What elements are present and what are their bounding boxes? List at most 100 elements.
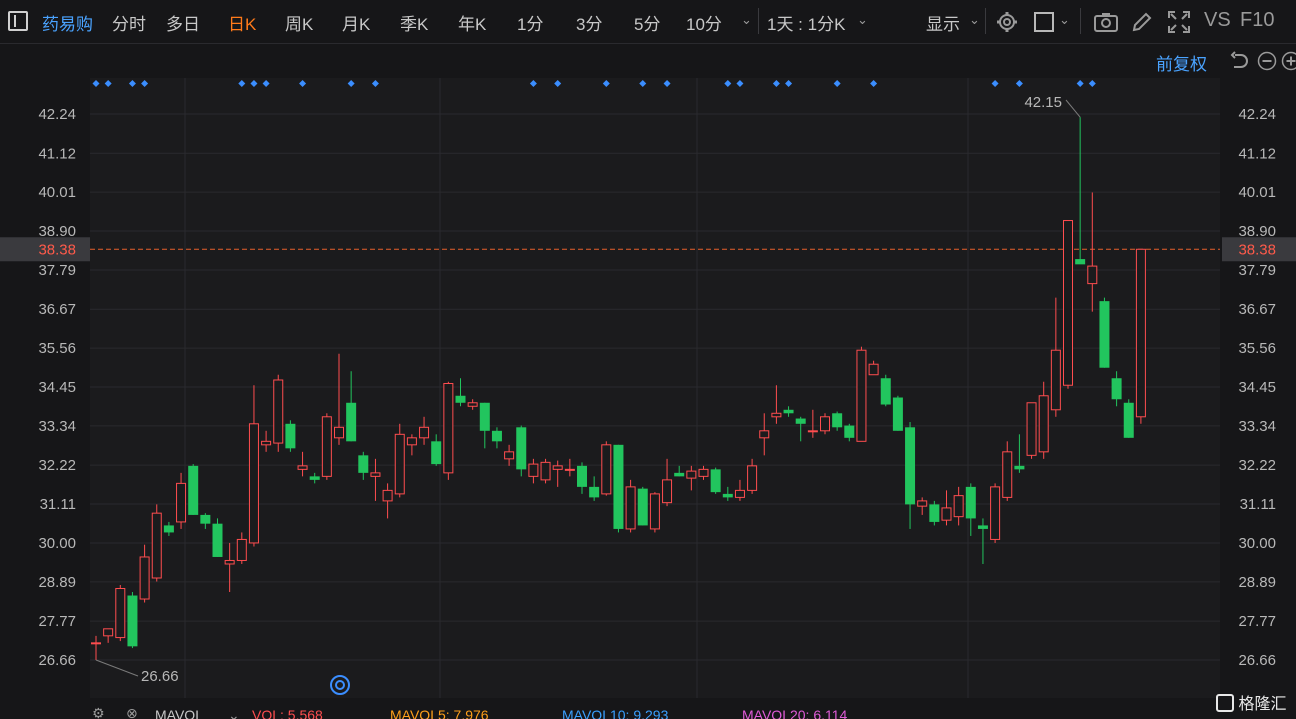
candle-body-up [382, 489, 393, 502]
tab-quarterly-k[interactable]: 季K [400, 10, 428, 35]
tab-3min[interactable]: 3分 [576, 10, 602, 35]
tab-10min[interactable]: 10分 [686, 10, 722, 35]
y-tick-label-left: 30.00 [38, 535, 76, 552]
close-icon[interactable]: ⊗ [126, 705, 138, 719]
high-price-label: 42.15 [1024, 94, 1062, 111]
candle-body-down [346, 402, 357, 442]
candle-body-up [273, 379, 284, 444]
sidebar-toggle-icon[interactable] [8, 11, 28, 31]
watermark-text: 格隆汇 [1238, 696, 1287, 713]
chevron-down-icon[interactable]: ⌄ [228, 707, 240, 719]
candle-body-down [905, 427, 916, 505]
candle-body-up [625, 486, 636, 530]
settings-icon[interactable]: ⚙ [92, 705, 105, 719]
indicator-name[interactable]: MAVOL [155, 707, 203, 719]
candle-body-down [455, 395, 466, 403]
candle-body-up [91, 642, 101, 645]
candle-body-down [516, 427, 527, 470]
chevron-down-icon[interactable]: ⌄ [1059, 12, 1070, 28]
tab-multi-day[interactable]: 多日 [166, 10, 200, 35]
candle-body-up [224, 559, 235, 565]
tab-monthly-k[interactable]: 月K [342, 10, 370, 35]
candle-body-down [929, 504, 940, 522]
candle-body-down [783, 409, 794, 414]
y-tick-label-left: 28.89 [38, 574, 76, 591]
y-tick-label-right: 27.77 [1238, 613, 1276, 630]
candle-body-down [163, 525, 174, 533]
y-tick-label-left: 36.67 [38, 301, 76, 318]
candle-body-up [504, 451, 515, 460]
candle-body-up [236, 538, 247, 561]
chevron-down-icon[interactable]: ⌄ [741, 12, 752, 28]
chevron-down-icon[interactable]: ⌄ [857, 12, 868, 28]
candle-body-down [1075, 259, 1086, 265]
candle-body-up [394, 433, 405, 495]
candle-body-down [127, 595, 138, 647]
candle-body-up [941, 507, 952, 521]
candlestick-chart[interactable]: 42.24 42.2441.12 41.1240.01 40.0138.90 38.90… [0, 45, 1296, 700]
tab-1min[interactable]: 1分 [517, 10, 543, 35]
mavol20-value: MAVOL20: 6,114 [742, 707, 848, 719]
tab-weekly-k[interactable]: 周K [285, 10, 313, 35]
candle-body-down [1111, 378, 1122, 400]
current-price-label-right: 38.38 [1238, 241, 1276, 258]
candle-body-up [1050, 349, 1061, 411]
period-select[interactable]: 1天 : 1分K [767, 10, 845, 35]
tab-yearly-k[interactable]: 年K [458, 10, 486, 35]
candle-body-up [1026, 402, 1037, 456]
chevron-down-icon[interactable]: ⌄ [969, 12, 980, 28]
tab-daily-k[interactable]: 日K [228, 10, 256, 35]
candle-body-up [953, 495, 964, 518]
candle-body-down [431, 441, 442, 465]
y-tick-label-right: 35.56 [1238, 340, 1276, 357]
candle-body-up [528, 463, 539, 477]
mavol10-value: MAVOL10: 9,293 [562, 707, 669, 719]
candle-body-down [309, 476, 320, 480]
y-tick-label-left: 33.34 [38, 418, 76, 435]
candle-body-up [990, 486, 1001, 540]
plot-area [90, 78, 1220, 698]
fullscreen-icon[interactable] [1168, 11, 1190, 33]
divider [1080, 8, 1081, 34]
candle-body-up [540, 461, 551, 481]
y-tick-label-left: 32.22 [38, 457, 76, 474]
pencil-icon[interactable] [1131, 11, 1153, 33]
gear-icon[interactable] [996, 11, 1018, 33]
candle-body-down [710, 469, 721, 493]
candle-body-up [601, 444, 612, 495]
display-menu[interactable]: 显示 [926, 10, 960, 35]
candle-body-down [479, 402, 490, 431]
y-tick-label-right: 31.11 [1240, 496, 1276, 513]
candle-body-down [722, 493, 733, 498]
stock-name[interactable]: 药易购 [42, 10, 93, 35]
candle-body-down [577, 465, 587, 487]
candle-body-up [467, 402, 478, 407]
y-tick-label-right: 33.34 [1238, 418, 1276, 435]
candle-body-up [820, 416, 830, 432]
vs-button[interactable]: VS [1204, 9, 1231, 32]
candle-body-down [674, 472, 685, 477]
camera-icon[interactable] [1094, 12, 1118, 32]
candle-body-up [370, 472, 381, 477]
y-tick-label-left: 34.45 [38, 379, 76, 396]
tab-5min[interactable]: 5分 [634, 10, 660, 35]
y-tick-label-left: 42.24 [38, 106, 76, 123]
y-tick-label-left: 35.56 [38, 340, 76, 357]
checkbox-icon[interactable] [1034, 12, 1054, 32]
low-price-label: 26.66 [141, 668, 179, 685]
candle-body-up [139, 556, 150, 600]
y-tick-label-left: 27.77 [38, 613, 76, 630]
candle-body-up [1002, 451, 1013, 498]
candle-body-up [868, 363, 879, 376]
candle-body-up [443, 382, 454, 474]
watermark-logo: 格隆汇 [1216, 690, 1286, 714]
y-tick-label-right: 42.24 [1238, 106, 1276, 123]
toolbar: 药易购 分时 多日 日K 周K 月K 季K 年K 1分 3分 5分 10分 ⌄ … [0, 0, 1296, 44]
candle-body-up [297, 465, 308, 470]
candle-body-down [200, 514, 211, 524]
tab-fenshi[interactable]: 分时 [112, 10, 146, 35]
y-tick-label-right: 30.00 [1238, 535, 1276, 552]
candle-body-up [406, 437, 417, 446]
current-price-label-left: 38.38 [38, 241, 76, 258]
f10-button[interactable]: F10 [1240, 9, 1274, 32]
